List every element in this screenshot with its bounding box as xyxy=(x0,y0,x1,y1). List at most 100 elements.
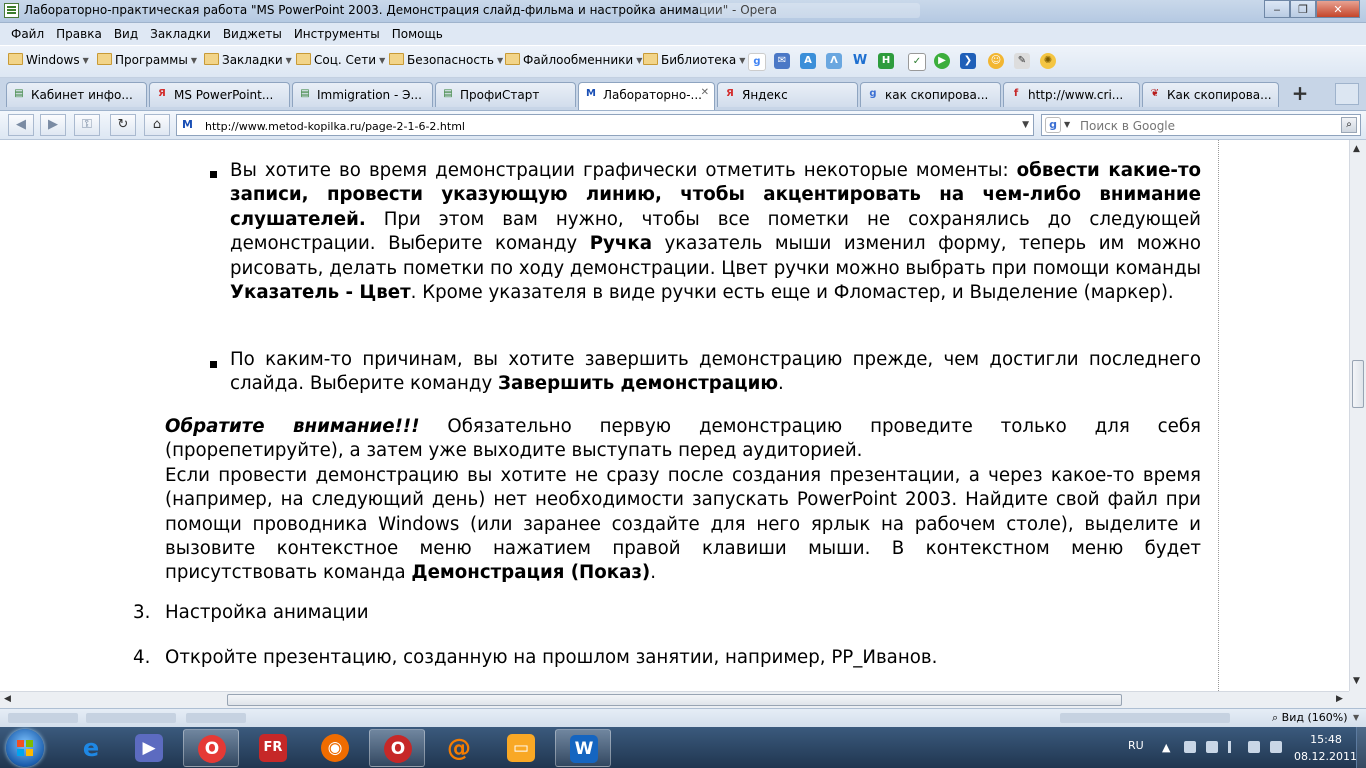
bookmarks-bar: Windows ▼ Программы ▼ Закладки ▼ Соц. Сети ▼… xyxy=(0,46,1366,78)
menu-widgets[interactable]: Виджеты xyxy=(217,24,288,41)
url-input[interactable] xyxy=(203,116,1007,136)
menu-file[interactable]: Файл xyxy=(0,24,50,41)
vertical-scrollbar[interactable]: ▲ ▼ xyxy=(1349,140,1366,691)
settings-icon[interactable]: ✺ xyxy=(1040,53,1056,69)
bookmark-folder-library[interactable]: Библиотека ▼ xyxy=(643,53,745,67)
scroll-right-icon[interactable]: ▶ xyxy=(1336,694,1343,704)
tab-item-active[interactable]: M Лабораторно-... ✕ xyxy=(578,82,715,110)
tab-item[interactable]: g как скопирова... xyxy=(860,82,1001,107)
google-icon[interactable]: g xyxy=(748,53,766,71)
menu-edit[interactable]: Правка xyxy=(50,24,108,41)
folder-icon xyxy=(389,53,404,65)
clock-date[interactable]: 08.12.2011 xyxy=(1294,750,1357,763)
battery-icon[interactable] xyxy=(1270,741,1282,753)
bookmark-folder-filesharing[interactable]: Файлообменники ▼ xyxy=(505,53,642,67)
back-button[interactable]: ◀ xyxy=(8,114,34,136)
show-desktop-button[interactable] xyxy=(1356,727,1366,768)
smile-icon[interactable]: ☺ xyxy=(988,53,1004,69)
tab-item[interactable]: ▤ Кабинет инфо... xyxy=(6,82,147,107)
checkbox-icon[interactable]: ✓ xyxy=(908,53,926,71)
mail-icon[interactable]: ✉ xyxy=(774,53,790,69)
wand-key-button[interactable]: ⚿ xyxy=(74,114,100,136)
hh-icon[interactable]: H xyxy=(878,53,894,69)
folder-icon xyxy=(8,53,23,65)
tab-item[interactable]: ❦ Как скопирова... xyxy=(1142,82,1279,107)
scroll-thumb[interactable] xyxy=(1352,360,1364,408)
bullet-marker xyxy=(210,171,217,178)
tab-item[interactable]: ▤ Immigration - Э... xyxy=(292,82,433,107)
folder-icon xyxy=(643,53,658,65)
scroll-thumb[interactable] xyxy=(227,694,1122,706)
home-button[interactable]: ⌂ xyxy=(144,114,170,136)
network-icon[interactable] xyxy=(1228,741,1239,753)
bookmark-folder-windows[interactable]: Windows ▼ xyxy=(8,53,89,67)
chevron-up-icon[interactable]: ▲ xyxy=(1162,741,1174,754)
title-search-field xyxy=(700,3,920,18)
word-bookmark-icon[interactable]: W xyxy=(852,53,868,69)
search-icon[interactable]: ⌕ xyxy=(1341,117,1357,133)
tab-item[interactable]: ▤ ПрофиСтарт xyxy=(435,82,576,107)
taskbar-app[interactable]: ◉ xyxy=(307,729,363,767)
bookmark-folder-social[interactable]: Соц. Сети ▼ xyxy=(296,53,385,67)
forward-button[interactable]: ▶ xyxy=(40,114,66,136)
play-icon[interactable]: ▶ xyxy=(934,53,950,69)
start-button[interactable] xyxy=(6,729,44,767)
pen-icon[interactable]: ✎ xyxy=(1014,53,1030,69)
reload-button[interactable]: ↻ xyxy=(110,114,136,136)
tab-item[interactable]: f http://www.cri... xyxy=(1003,82,1140,107)
flag-icon[interactable] xyxy=(1184,741,1196,753)
opera-icon: O xyxy=(198,735,226,763)
menu-help[interactable]: Помощь xyxy=(386,24,449,41)
system-tray: RU ▲ 15:48 08.12.2011 xyxy=(1120,727,1366,768)
wiki-icon[interactable]: Λ xyxy=(826,53,842,69)
bullet-paragraph: По каким-то причинам, вы хотите завершит… xyxy=(230,349,1201,395)
tab-list-button[interactable] xyxy=(1335,83,1359,105)
page-icon: ▤ xyxy=(300,88,310,99)
ie-icon: e xyxy=(82,734,100,762)
fr-icon: FR xyxy=(259,734,287,762)
taskbar-app[interactable]: @ xyxy=(431,729,487,767)
scroll-left-icon[interactable]: ◀ xyxy=(4,694,11,704)
close-button[interactable]: ✕ xyxy=(1316,0,1360,18)
bookmark-folder-security[interactable]: Безопасность ▼ xyxy=(389,53,503,67)
tab-item[interactable]: Я Яндекс xyxy=(717,82,858,107)
folder-icon xyxy=(97,53,112,65)
translate-icon[interactable]: A xyxy=(800,53,816,69)
list-item: Настройка анимации xyxy=(165,602,369,623)
chevron-down-icon[interactable]: ▼ xyxy=(1022,120,1029,130)
language-indicator[interactable]: RU xyxy=(1128,739,1144,752)
taskbar-app[interactable]: O xyxy=(369,729,425,767)
tab-item[interactable]: Я MS PowerPoint... xyxy=(149,82,290,107)
device-icon[interactable] xyxy=(1206,741,1218,753)
taskbar-app[interactable]: ▶ xyxy=(121,729,177,767)
taskbar-app[interactable]: O xyxy=(183,729,239,767)
folder-icon xyxy=(296,53,311,65)
search-input[interactable] xyxy=(1078,116,1332,136)
google-icon: g xyxy=(869,88,877,99)
clock-time[interactable]: 15:48 xyxy=(1300,733,1352,746)
menu-bookmarks[interactable]: Закладки xyxy=(144,24,217,41)
speaker-icon[interactable] xyxy=(1248,741,1260,753)
maximize-button[interactable]: ❐ xyxy=(1290,0,1316,18)
horizontal-scrollbar[interactable]: ◀ ▶ xyxy=(0,691,1349,708)
taskbar-app[interactable]: FR xyxy=(245,729,301,767)
taskbar-app[interactable]: ▭ xyxy=(493,729,549,767)
chevron-down-icon[interactable]: ▼ xyxy=(1064,120,1070,129)
menu-bar: Файл Правка Вид Закладки Виджеты Инструменты П… xyxy=(0,23,1366,45)
menu-tools[interactable]: Инструменты xyxy=(288,24,386,41)
new-tab-button[interactable]: + xyxy=(1287,83,1313,105)
close-tab-icon[interactable]: ✕ xyxy=(701,87,709,98)
minimize-button[interactable]: ‒ xyxy=(1264,0,1290,18)
folder-icon xyxy=(204,53,219,65)
taskbar-app[interactable]: W xyxy=(555,729,611,767)
arrow-icon[interactable]: ❯ xyxy=(960,53,976,69)
scroll-down-icon[interactable]: ▼ xyxy=(1353,676,1360,686)
zoom-control[interactable]: ⌕ Вид (160%) ▼ xyxy=(1272,711,1359,725)
bookmark-folder-programs[interactable]: Программы ▼ xyxy=(97,53,197,67)
view-options-icon[interactable] xyxy=(1240,712,1268,724)
menu-view[interactable]: Вид xyxy=(108,24,144,41)
scroll-up-icon[interactable]: ▲ xyxy=(1353,144,1360,154)
taskbar-app[interactable]: e xyxy=(63,729,119,767)
google-icon[interactable]: g xyxy=(1045,117,1061,133)
bookmark-folder-bookmarks[interactable]: Закладки ▼ xyxy=(204,53,292,67)
